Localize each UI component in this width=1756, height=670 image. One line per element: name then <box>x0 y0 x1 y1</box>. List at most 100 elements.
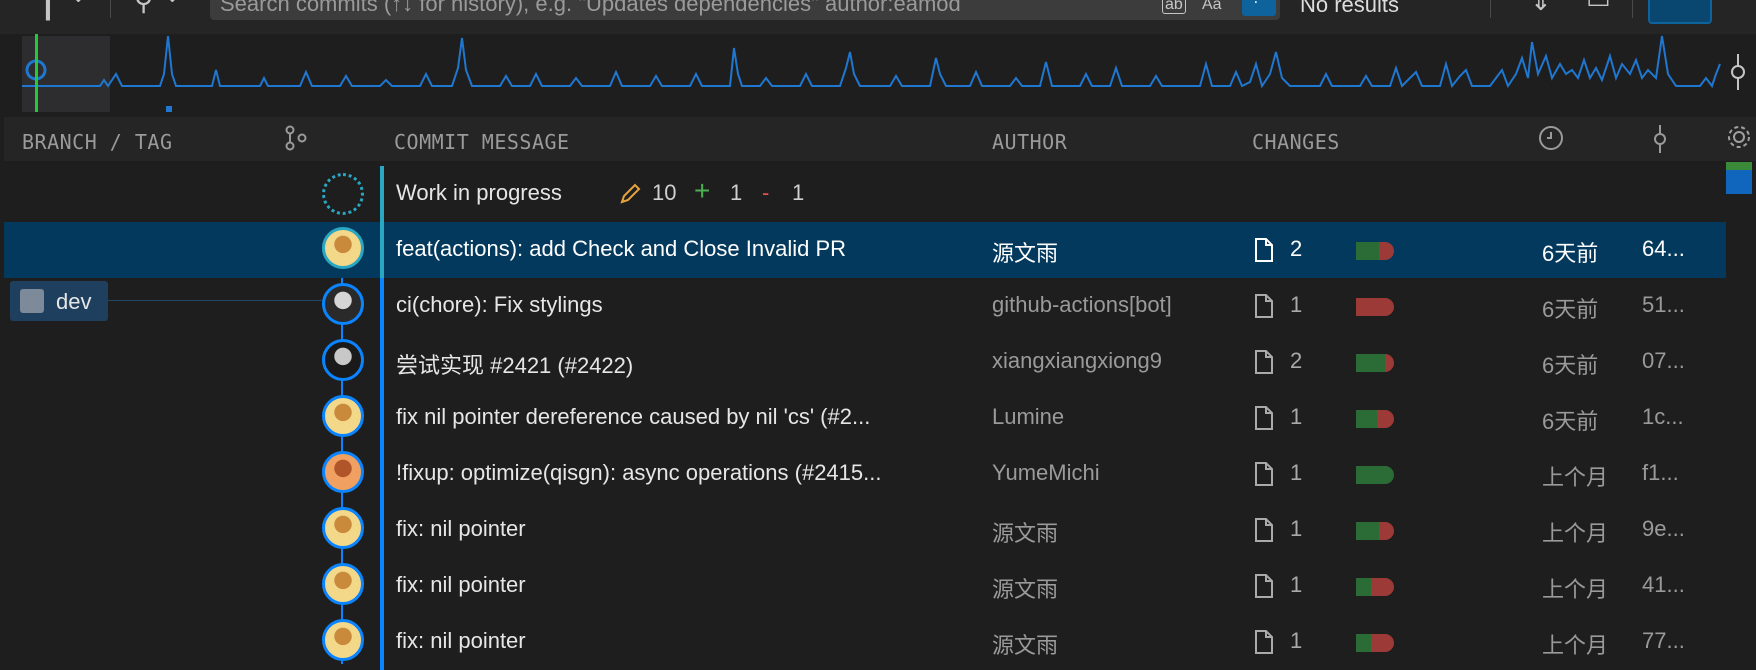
activity-sparkline <box>22 35 1721 112</box>
commit-date: 6天前 <box>1542 297 1599 322</box>
header-changes[interactable]: CHANGES <box>1252 130 1340 154</box>
commit-row[interactable]: 尝试实现 #2421 (#2422) xiangxiangxiong9 2 6天前 07… <box>4 334 1726 390</box>
column-header: BRANCH / TAG COMMIT MESSAGE AUTHOR CHANG… <box>4 117 1756 161</box>
overview-ruler[interactable] <box>1726 162 1752 194</box>
commit-date: 6天前 <box>1542 409 1599 434</box>
avatar <box>322 227 364 269</box>
commit-hash: 64... <box>1642 236 1685 261</box>
graph-edge <box>380 446 384 502</box>
file-icon <box>1255 350 1273 374</box>
additions-bar <box>1356 522 1379 540</box>
graph-column-icon[interactable] <box>284 125 308 151</box>
additions-bar <box>1356 578 1371 596</box>
commit-author: github-actions[bot] <box>992 292 1172 317</box>
change-ratio-bar <box>1356 578 1394 596</box>
deletions-bar <box>1371 578 1394 596</box>
change-ratio-bar <box>1356 634 1394 652</box>
window-icon[interactable]: ▭ <box>1586 0 1611 12</box>
additions-bar <box>1356 354 1385 372</box>
avatar <box>322 395 364 437</box>
commit-hash: 41... <box>1642 572 1685 597</box>
graph-edge <box>380 558 384 614</box>
gear-icon[interactable] <box>1726 124 1752 150</box>
graph-toggle-button[interactable] <box>1648 0 1712 24</box>
graph-edge <box>380 334 384 390</box>
changed-files-count: 2 <box>1290 236 1303 261</box>
file-icon <box>1255 238 1273 262</box>
changed-files-count: 1 <box>1290 572 1303 597</box>
commit-row[interactable]: fix: nil pointer 源文雨 1 上个月 77... <box>4 614 1726 670</box>
commit-author: xiangxiangxiong9 <box>992 348 1163 373</box>
commit-date: 上个月 <box>1542 521 1609 546</box>
wip-label: Work in progress <box>396 180 562 205</box>
commit-row[interactable]: fix: nil pointer 源文雨 1 上个月 41... <box>4 558 1726 614</box>
changed-files-count: 1 <box>1290 404 1303 429</box>
commit-row[interactable]: !fixup: optimize(qisgn): async operation… <box>4 446 1726 502</box>
file-icon <box>1255 574 1273 598</box>
commit-row[interactable]: fix nil pointer dereference caused by ni… <box>4 390 1726 446</box>
graph-current-marker <box>35 34 38 112</box>
commit-hash: 1c... <box>1642 404 1684 429</box>
commit-author: 源文雨 <box>992 521 1059 546</box>
chevron-down-icon[interactable]: ⌄ <box>70 0 87 6</box>
graph-edge <box>380 390 384 446</box>
changed-files-count: 1 <box>1290 460 1303 485</box>
avatar <box>322 339 364 381</box>
commit-author: YumeMichi <box>992 460 1100 485</box>
commit-hash-column-icon[interactable] <box>1650 125 1670 153</box>
graph-edge <box>380 278 384 334</box>
commit-date: 上个月 <box>1542 633 1609 658</box>
changed-files-count: 1 <box>1290 292 1303 317</box>
deletions-bar <box>1377 410 1394 428</box>
commit-hash: f1... <box>1642 460 1679 485</box>
work-in-progress-row[interactable]: Work in progress 10 + 1 - 1 <box>4 166 1726 222</box>
change-ratio-bar <box>1356 466 1394 484</box>
commit-message: fix: nil pointer <box>396 628 526 653</box>
commit-author: 源文雨 <box>992 241 1059 266</box>
match-case-toggle[interactable]: Aa <box>1202 0 1222 14</box>
commit-date: 上个月 <box>1542 465 1609 490</box>
additions-bar <box>1356 634 1371 652</box>
chevron-down-icon[interactable]: ⌄ <box>164 0 181 6</box>
match-whole-word-toggle[interactable]: ab <box>1162 0 1186 14</box>
avatar <box>322 283 364 325</box>
changed-files-count: 2 <box>1290 348 1303 373</box>
toolbar: ┃ ⌄ ⚲ ⌄ ab Aa .* No results ⇓ ▭ <box>0 0 1756 34</box>
wip-modified-count: 10 <box>652 180 677 205</box>
date-column-icon[interactable] <box>1538 125 1564 151</box>
graph-edge <box>380 166 384 222</box>
commit-row[interactable]: fix: nil pointer 源文雨 1 上个月 9e... <box>4 502 1726 558</box>
commit-message: fix nil pointer dereference caused by ni… <box>396 404 871 429</box>
deletions-bar <box>1379 242 1394 260</box>
toolbar-divider <box>110 0 111 18</box>
change-ratio-bar <box>1356 522 1394 540</box>
commit-row[interactable]: feat(actions): add Check and Close Inval… <box>4 222 1726 278</box>
commit-activity-graph[interactable] <box>0 34 1756 112</box>
wip-added-count: 1 <box>730 180 743 205</box>
additions-bar <box>1356 466 1394 484</box>
commit-author: 源文雨 <box>992 577 1059 602</box>
deletions-bar <box>1356 298 1394 316</box>
toolbar-divider <box>1632 0 1633 18</box>
commit-hash: 51... <box>1642 292 1685 317</box>
search-icon[interactable]: ⚲ <box>134 0 153 14</box>
wip-deleted-count: 1 <box>792 180 805 205</box>
commit-message: fix: nil pointer <box>396 516 526 541</box>
wip-node <box>322 173 364 215</box>
fetch-icon[interactable]: ⇓ <box>1530 0 1552 14</box>
commit-message: fix: nil pointer <box>396 572 526 597</box>
changed-files-count: 1 <box>1290 628 1303 653</box>
header-commit-message[interactable]: COMMIT MESSAGE <box>394 130 570 154</box>
commit-date: 6天前 <box>1542 353 1599 378</box>
commit-message: feat(actions): add Check and Close Inval… <box>396 236 847 261</box>
regex-toggle[interactable]: .* <box>1242 0 1276 16</box>
header-author[interactable]: AUTHOR <box>992 130 1067 154</box>
branch-icon[interactable]: ┃ <box>40 0 56 18</box>
commit-date: 上个月 <box>1542 577 1609 602</box>
header-branch-tag[interactable]: BRANCH / TAG <box>22 130 173 154</box>
graph-edge <box>380 502 384 558</box>
search-input[interactable] <box>220 0 1160 20</box>
file-icon <box>1255 294 1273 318</box>
commit-row[interactable]: ci(chore): Fix stylings github-actions[bo… <box>4 278 1726 334</box>
change-ratio-bar <box>1356 410 1394 428</box>
